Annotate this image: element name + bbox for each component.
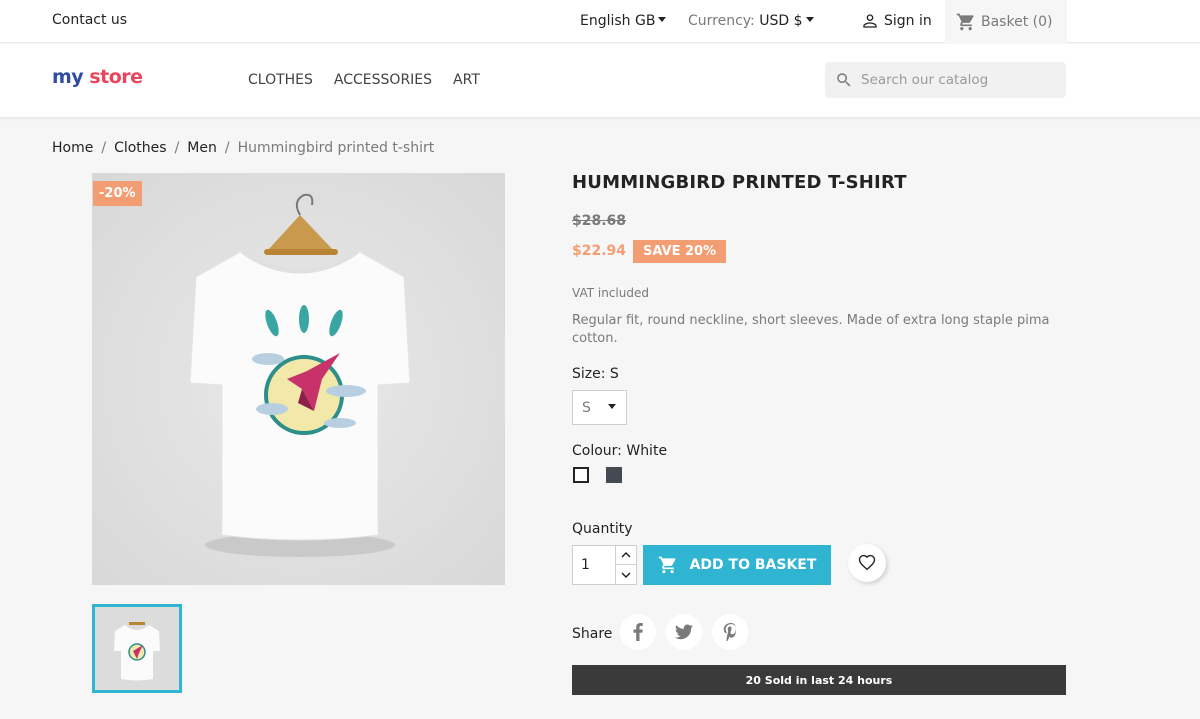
sign-in-label: Sign in — [884, 13, 932, 29]
product-thumbnail[interactable] — [92, 604, 182, 693]
currency-value: USD $ — [759, 13, 803, 29]
size-label: Size: S — [572, 366, 619, 382]
currency-selector[interactable]: Currency: USD $ — [688, 13, 814, 29]
main-header: my store CLOTHES ACCESSORIES ART — [0, 44, 1200, 117]
basket-button[interactable]: Basket (0) — [945, 0, 1067, 43]
breadcrumb-separator: / — [174, 140, 180, 156]
share-label: Share — [572, 626, 613, 642]
share-twitter-button[interactable] — [666, 614, 702, 650]
vat-note: VAT included — [572, 286, 649, 300]
nav-item-accessories[interactable]: ACCESSORIES — [334, 72, 432, 88]
size-select-value: S — [582, 399, 591, 416]
save-badge: SAVE 20% — [633, 240, 727, 263]
heart-icon — [858, 554, 876, 571]
breadcrumb-clothes[interactable]: Clothes — [114, 140, 167, 156]
main-nav: CLOTHES ACCESSORIES ART — [248, 72, 480, 88]
breadcrumb-home[interactable]: Home — [52, 140, 93, 156]
add-to-basket-label: ADD TO BASKET — [689, 557, 817, 573]
tshirt-thumbnail-illustration — [95, 607, 179, 690]
logo-part-store: store — [89, 66, 143, 88]
caret-down-icon — [658, 17, 667, 22]
nav-item-clothes[interactable]: CLOTHES — [248, 72, 313, 88]
chevron-down-icon — [621, 571, 631, 578]
breadcrumb-separator: / — [224, 140, 230, 156]
colour-swatch-white[interactable] — [573, 467, 589, 483]
colour-swatch-grey[interactable] — [606, 467, 622, 483]
breadcrumb-separator: / — [101, 140, 107, 156]
sign-in-link[interactable]: Sign in — [862, 13, 932, 29]
breadcrumb-current: Hummingbird printed t-shirt — [237, 140, 435, 156]
caret-down-icon — [607, 403, 616, 409]
regular-price: $28.68 — [572, 213, 627, 229]
product-main-image[interactable] — [92, 173, 505, 585]
caret-down-icon — [805, 17, 814, 22]
search-input[interactable] — [861, 72, 1051, 88]
product-description: Regular fit, round neckline, short sleev… — [572, 313, 1050, 346]
quantity-increase-button[interactable] — [615, 546, 636, 565]
quantity-label: Quantity — [572, 521, 633, 537]
facebook-icon — [633, 623, 643, 641]
add-to-basket-button[interactable]: ADD TO BASKET — [643, 545, 831, 585]
pinterest-icon — [723, 623, 736, 641]
top-bar: Contact us English GB Currency: USD $ Si… — [0, 0, 1200, 43]
nav-item-art[interactable]: ART — [453, 72, 480, 88]
breadcrumb-men[interactable]: Men — [187, 140, 217, 156]
user-icon — [863, 14, 877, 28]
search-icon[interactable] — [835, 71, 853, 89]
tshirt-illustration — [92, 173, 505, 585]
share-facebook-button[interactable] — [620, 614, 656, 650]
sold-banner: 20 Sold in last 24 hours — [572, 665, 1066, 695]
basket-label: Basket (0) — [981, 13, 1053, 30]
language-selector[interactable]: English GB — [580, 13, 667, 29]
twitter-icon — [675, 624, 693, 640]
product-title: HUMMINGBIRD PRINTED T-SHIRT — [572, 172, 907, 193]
contact-us-link[interactable]: Contact us — [52, 12, 127, 28]
quantity-input[interactable] — [573, 546, 616, 584]
quantity-stepper — [572, 545, 637, 585]
share-pinterest-button[interactable] — [712, 614, 748, 650]
language-value: English GB — [580, 13, 656, 29]
breadcrumb: Home / Clothes / Men / Hummingbird print… — [52, 140, 434, 156]
wishlist-button[interactable] — [848, 544, 886, 582]
cart-icon — [956, 13, 974, 30]
search-box — [825, 62, 1066, 98]
cart-icon — [658, 556, 676, 574]
quantity-decrease-button[interactable] — [615, 565, 636, 584]
colour-label: Colour: White — [572, 443, 668, 459]
logo-part-my: my — [52, 66, 84, 88]
current-price: $22.94 — [572, 243, 627, 259]
chevron-up-icon — [621, 551, 631, 558]
discount-flag: -20% — [93, 181, 142, 206]
currency-label: Currency: — [688, 13, 755, 29]
store-logo[interactable]: my store — [52, 66, 143, 88]
size-select[interactable]: S — [572, 390, 627, 425]
